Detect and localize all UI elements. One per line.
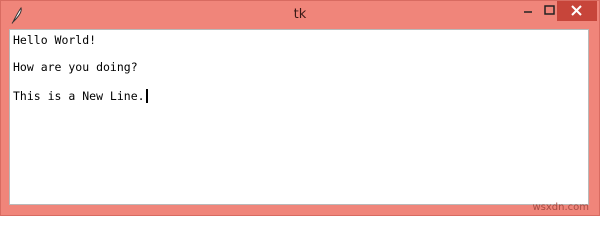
- text-line: How are you doing?: [13, 60, 138, 74]
- text-editor[interactable]: Hello World! How are you doing? This is …: [9, 29, 589, 205]
- text-line: Hello World!: [13, 33, 97, 47]
- text-caret: [145, 89, 148, 103]
- text-line-with-caret: This is a New Line.: [13, 89, 148, 103]
- close-icon: [571, 5, 582, 16]
- title-bar[interactable]: tk: [1, 1, 599, 29]
- tk-window: tk Hello World! How are you doing? This …: [0, 0, 600, 216]
- watermark: wsxdn.com: [532, 202, 589, 213]
- window-title: tk: [293, 7, 307, 22]
- close-button[interactable]: [557, 1, 597, 21]
- text-line: This is a New Line.: [13, 89, 145, 103]
